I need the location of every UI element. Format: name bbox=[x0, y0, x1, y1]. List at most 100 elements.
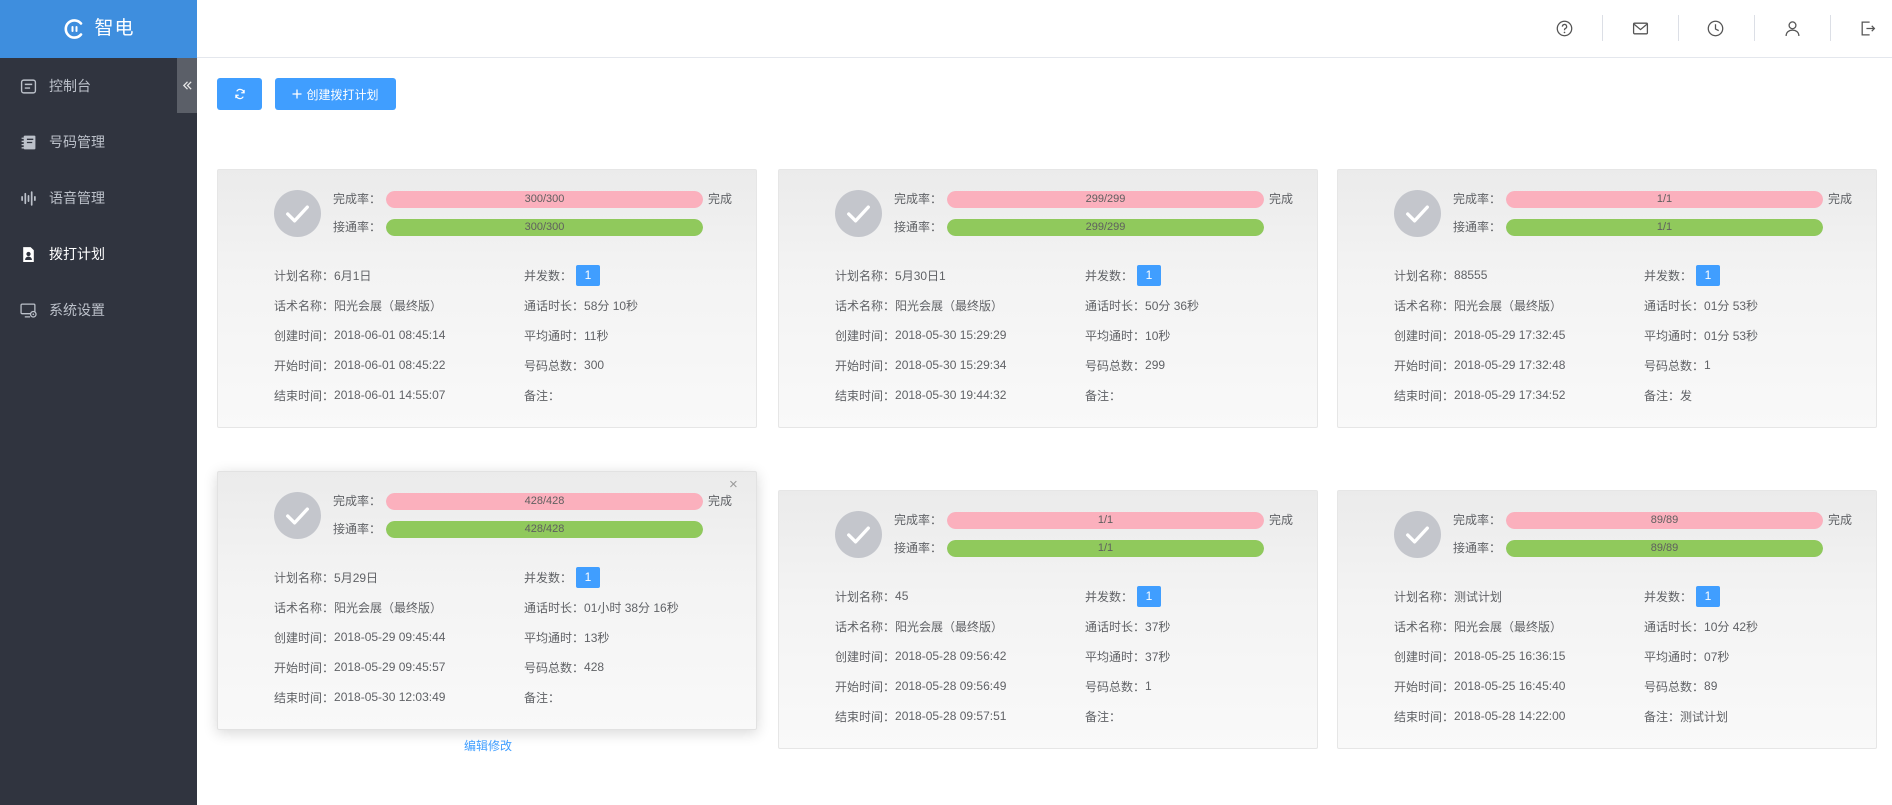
detail-row: 开始时间： 2018-05-29 17:32:48 号码总数： 1 bbox=[1394, 350, 1854, 380]
detail-cell: 计划名称： 5月29日 bbox=[274, 562, 378, 592]
detail-row: 结束时间： 2018-05-29 17:34:52 备注：发 bbox=[1394, 380, 1854, 410]
avg-duration-label: 平均通时： bbox=[1644, 649, 1705, 664]
plan-name-label: 计划名称： bbox=[274, 268, 335, 283]
close-icon[interactable]: × bbox=[729, 477, 738, 493]
script-name-label: 话术名称： bbox=[835, 619, 896, 634]
completion-rate-value: 300/300 bbox=[524, 193, 565, 205]
detail-cell: 结束时间： 2018-05-28 14:22:00 bbox=[1394, 701, 1565, 731]
total-numbers-value: 89 bbox=[1704, 679, 1718, 693]
completion-rate-label: 完成率： bbox=[894, 513, 943, 527]
total-numbers-value: 1 bbox=[1145, 679, 1152, 693]
detail-cell: 通话时长： 01分 53秒 bbox=[1644, 290, 1758, 320]
detail-row: 开始时间： 2018-05-29 09:45:57 号码总数： 428 bbox=[274, 652, 734, 682]
detail-cell: 计划名称： 6月1日 bbox=[274, 260, 371, 290]
detail-row: 创建时间： 2018-05-28 09:56:42 平均通时： 37秒 bbox=[835, 641, 1295, 671]
created-time-value: 2018-05-29 09:45:44 bbox=[334, 630, 446, 644]
sidebar-item-call-plan[interactable]: 拨打计划 bbox=[0, 226, 177, 282]
connect-rate-value: 1/1 bbox=[1097, 542, 1114, 554]
detail-cell: 话术名称： 阳光会展（最终版） bbox=[1394, 611, 1562, 641]
plan-card[interactable]: 完成率： 1/1 完成 接通率： 1/1 计划名称： 88555 并发数： 1 话术… bbox=[1337, 169, 1877, 428]
clock-icon[interactable] bbox=[1707, 20, 1724, 37]
detail-cell: 通话时长： 01小时 38分 16秒 bbox=[524, 592, 679, 622]
connect-rate-label: 接通率： bbox=[1453, 220, 1502, 234]
call-duration-label: 通话时长： bbox=[1085, 298, 1146, 313]
plan-card[interactable]: 完成率： 300/300 完成 接通率： 300/300 计划名称： 6月1日 并… bbox=[217, 169, 757, 428]
sidebar-collapse-toggle[interactable] bbox=[177, 58, 197, 113]
concurrency-badge: 1 bbox=[1137, 264, 1162, 286]
plan-status: 完成 bbox=[1828, 513, 1853, 527]
call-duration-label: 通话时长： bbox=[524, 298, 585, 313]
completion-rate-bar: 1/1 bbox=[947, 512, 1264, 529]
create-call-plan-label: 创建拨打计划 bbox=[306, 87, 379, 102]
call-duration-value: 01小时 38分 16秒 bbox=[584, 600, 679, 615]
detail-cell: 开始时间： 2018-06-01 08:45:22 bbox=[274, 350, 445, 380]
total-numbers-label: 号码总数： bbox=[524, 358, 585, 373]
sidebar-item-label: 号码管理 bbox=[49, 134, 105, 150]
script-name-value: 阳光会展（最终版） bbox=[895, 619, 1004, 634]
double-chevron-left-icon bbox=[182, 80, 193, 91]
connect-rate-label: 接通率： bbox=[1453, 541, 1502, 555]
logout-icon[interactable] bbox=[1859, 20, 1876, 37]
completion-rate-bar: 89/89 bbox=[1506, 512, 1823, 529]
detail-cell: 并发数： 1 bbox=[1085, 581, 1162, 611]
completion-rate-label: 完成率： bbox=[894, 192, 943, 206]
script-name-value: 阳光会展（最终版） bbox=[1454, 298, 1563, 313]
concurrency-label: 并发数： bbox=[1085, 589, 1134, 604]
sidebar-item-voice-management[interactable]: 语音管理 bbox=[0, 170, 177, 226]
plan-card[interactable]: 完成率： 89/89 完成 接通率： 89/89 计划名称： 测试计划 并发数： 1… bbox=[1337, 490, 1877, 749]
connect-rate-value: 89/89 bbox=[1650, 542, 1679, 554]
detail-row: 开始时间： 2018-05-25 16:45:40 号码总数： 89 bbox=[1394, 671, 1854, 701]
detail-row: 计划名称： 6月1日 并发数： 1 bbox=[274, 260, 734, 290]
user-icon[interactable] bbox=[1784, 20, 1801, 37]
start-time-label: 开始时间： bbox=[835, 358, 896, 373]
concurrency-label: 并发数： bbox=[1644, 268, 1693, 283]
detail-cell: 结束时间： 2018-05-30 19:44:32 bbox=[835, 380, 1006, 410]
completion-rate-label: 完成率： bbox=[1453, 192, 1502, 206]
note-label: 备注： bbox=[1085, 709, 1122, 724]
mail-icon[interactable] bbox=[1632, 20, 1649, 37]
refresh-button[interactable] bbox=[217, 78, 262, 110]
detail-cell: 号码总数： 428 bbox=[524, 652, 604, 682]
end-time-label: 结束时间： bbox=[274, 388, 335, 403]
completion-rate-value: 428/428 bbox=[524, 495, 565, 507]
detail-cell: 开始时间： 2018-05-29 09:45:57 bbox=[274, 652, 445, 682]
create-call-plan-button[interactable]: 创建拨打计划 bbox=[275, 78, 396, 110]
concurrency-badge: 1 bbox=[1137, 585, 1162, 607]
dashboard-icon bbox=[20, 78, 37, 95]
detail-cell: 话术名称： 阳光会展（最终版） bbox=[274, 290, 442, 320]
plan-card[interactable]: 完成率： 299/299 完成 接通率： 299/299 计划名称： 5月30日1… bbox=[778, 169, 1318, 428]
avg-duration-value: 07秒 bbox=[1704, 649, 1730, 664]
logo[interactable]: 智电 bbox=[0, 0, 197, 58]
detail-cell: 创建时间： 2018-05-25 16:36:15 bbox=[1394, 641, 1565, 671]
end-time-label: 结束时间： bbox=[835, 388, 896, 403]
plan-name-value: 5月30日1 bbox=[895, 268, 946, 283]
sidebar-item-dashboard[interactable]: 控制台 bbox=[0, 58, 177, 114]
script-name-label: 话术名称： bbox=[274, 298, 335, 313]
connect-rate-label: 接通率： bbox=[894, 220, 943, 234]
completed-check-icon bbox=[1394, 511, 1441, 558]
detail-row: 创建时间： 2018-05-29 17:32:45 平均通时： 01分 53秒 bbox=[1394, 320, 1854, 350]
note-label: 备注： bbox=[1644, 388, 1681, 403]
total-numbers-label: 号码总数： bbox=[1644, 679, 1705, 694]
refresh-icon bbox=[234, 88, 246, 100]
avg-duration-value: 11秒 bbox=[584, 328, 609, 343]
detail-row: 计划名称： 45 并发数： 1 bbox=[835, 581, 1295, 611]
completion-rate-value: 1/1 bbox=[1097, 514, 1114, 526]
sidebar-item-system-settings[interactable]: 系统设置 bbox=[0, 282, 177, 338]
detail-cell: 结束时间： 2018-05-29 17:34:52 bbox=[1394, 380, 1565, 410]
plan-card[interactable]: 完成率： 1/1 完成 接通率： 1/1 计划名称： 45 并发数： 1 话术名称：… bbox=[778, 490, 1318, 749]
edit-plan-link[interactable]: 编辑修改 bbox=[218, 736, 758, 756]
detail-cell: 结束时间： 2018-05-28 09:57:51 bbox=[835, 701, 1006, 731]
plan-card[interactable]: 完成率： 428/428 完成 接通率： 428/428 计划名称： 5月29日 … bbox=[217, 471, 757, 753]
plan-status: 完成 bbox=[1828, 192, 1853, 206]
call-duration-label: 通话时长： bbox=[1644, 298, 1705, 313]
note-label: 备注： bbox=[1644, 709, 1681, 724]
detail-row: 创建时间： 2018-05-25 16:36:15 平均通时： 07秒 bbox=[1394, 641, 1854, 671]
sidebar-item-number-management[interactable]: 号码管理 bbox=[0, 114, 177, 170]
detail-row: 结束时间： 2018-05-30 19:44:32 备注： bbox=[835, 380, 1295, 410]
detail-row: 话术名称： 阳光会展（最终版） 通话时长： 01分 53秒 bbox=[1394, 290, 1854, 320]
detail-cell: 结束时间： 2018-06-01 14:55:07 bbox=[274, 380, 445, 410]
help-icon[interactable] bbox=[1556, 20, 1573, 37]
concurrency-badge: 1 bbox=[576, 566, 601, 588]
detail-cell: 号码总数： 300 bbox=[524, 350, 604, 380]
